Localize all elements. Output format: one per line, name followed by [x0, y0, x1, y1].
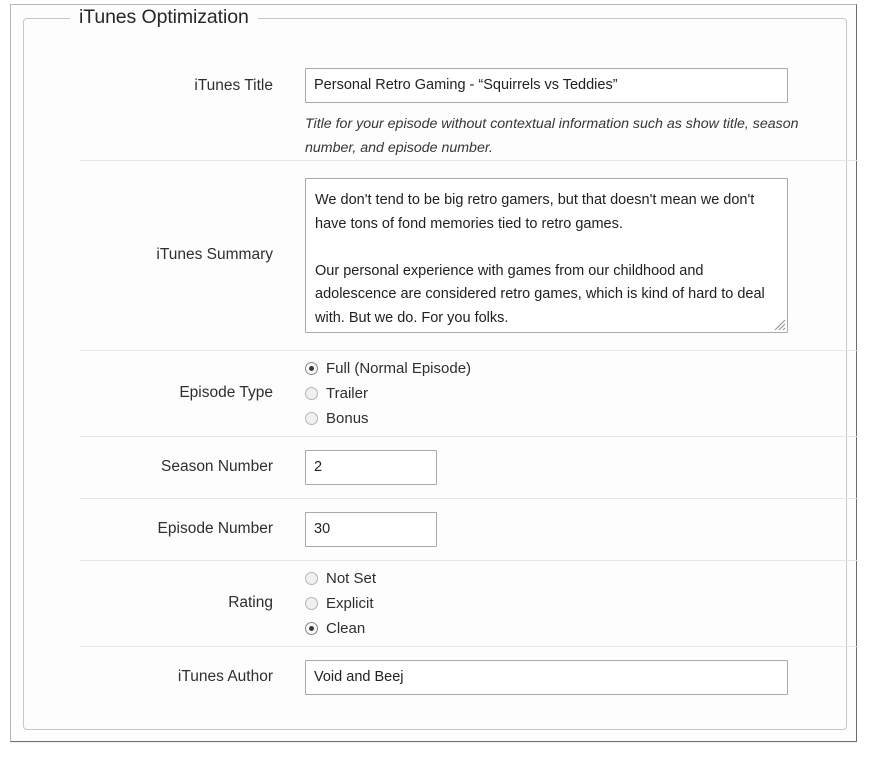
rating-label: Rating: [80, 593, 305, 613]
episode-type-option-full[interactable]: Full (Normal Episode): [305, 356, 858, 381]
row-episode-number: Episode Number 30: [80, 498, 858, 560]
episode-type-field-cell: Full (Normal Episode) Trailer Bonus: [305, 352, 858, 435]
itunes-optimization-panel: iTunes Optimization iTunes Title Persona…: [10, 4, 857, 742]
episode-type-option-full-label: Full (Normal Episode): [326, 361, 471, 376]
itunes-title-help-text: Title for your episode without contextua…: [305, 112, 813, 160]
rating-option-explicit-label: Explicit: [326, 596, 374, 611]
rating-option-not-set[interactable]: Not Set: [305, 566, 858, 591]
itunes-summary-textarea[interactable]: We don't tend to be big retro gamers, bu…: [305, 178, 788, 333]
itunes-summary-textarea-value: We don't tend to be big retro gamers, bu…: [306, 179, 787, 330]
radio-icon-explicit[interactable]: [305, 597, 318, 610]
episode-type-option-bonus[interactable]: Bonus: [305, 406, 858, 431]
episode-type-label: Episode Type: [80, 383, 305, 403]
radio-icon-not-set[interactable]: [305, 572, 318, 585]
rating-option-not-set-label: Not Set: [326, 571, 376, 586]
episode-type-radio-group: Full (Normal Episode) Trailer Bonus: [305, 352, 858, 435]
row-itunes-author: iTunes Author Void and Beej: [80, 646, 858, 708]
episode-number-input[interactable]: 30: [305, 512, 437, 547]
episode-type-option-trailer-label: Trailer: [326, 386, 368, 401]
row-itunes-summary: iTunes Summary We don't tend to be big r…: [80, 160, 858, 350]
episode-number-label: Episode Number: [80, 519, 305, 539]
episode-type-option-bonus-label: Bonus: [326, 411, 369, 426]
season-number-field-cell: 2: [305, 450, 858, 485]
itunes-summary-field-cell: We don't tend to be big retro gamers, bu…: [305, 178, 858, 333]
rating-option-explicit[interactable]: Explicit: [305, 591, 858, 616]
itunes-summary-label: iTunes Summary: [80, 245, 305, 265]
radio-icon-bonus[interactable]: [305, 412, 318, 425]
radio-icon-clean[interactable]: [305, 622, 318, 635]
itunes-title-label: iTunes Title: [80, 68, 305, 96]
row-episode-type: Episode Type Full (Normal Episode) Trail…: [80, 350, 858, 436]
itunes-title-field-cell: Personal Retro Gaming - “Squirrels vs Te…: [305, 68, 858, 160]
resize-grip-icon[interactable]: [772, 317, 786, 331]
episode-number-field-cell: 30: [305, 512, 858, 547]
itunes-author-label: iTunes Author: [80, 667, 305, 687]
rating-option-clean[interactable]: Clean: [305, 616, 858, 641]
radio-icon-full[interactable]: [305, 362, 318, 375]
rating-radio-group: Not Set Explicit Clean: [305, 562, 858, 645]
rating-field-cell: Not Set Explicit Clean: [305, 562, 858, 645]
fieldset-legend: iTunes Optimization: [70, 6, 258, 29]
itunes-author-field-cell: Void and Beej: [305, 660, 858, 695]
form-rows: iTunes Title Personal Retro Gaming - “Sq…: [80, 45, 858, 708]
radio-icon-trailer[interactable]: [305, 387, 318, 400]
rating-option-clean-label: Clean: [326, 621, 365, 636]
itunes-optimization-fieldset: iTunes Optimization iTunes Title Persona…: [23, 18, 847, 730]
row-season-number: Season Number 2: [80, 436, 858, 498]
row-rating: Rating Not Set Explicit Clea: [80, 560, 858, 646]
itunes-author-input[interactable]: Void and Beej: [305, 660, 788, 695]
row-itunes-title: iTunes Title Personal Retro Gaming - “Sq…: [80, 45, 858, 160]
season-number-input[interactable]: 2: [305, 450, 437, 485]
itunes-title-input[interactable]: Personal Retro Gaming - “Squirrels vs Te…: [305, 68, 788, 103]
episode-type-option-trailer[interactable]: Trailer: [305, 381, 858, 406]
season-number-label: Season Number: [80, 457, 305, 477]
